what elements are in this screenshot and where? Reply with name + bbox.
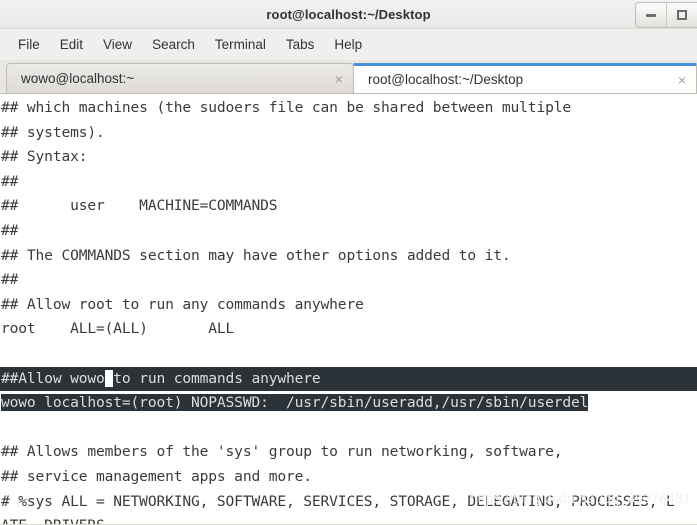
terminal-line: ## bbox=[1, 221, 19, 239]
text-cursor bbox=[104, 369, 114, 387]
terminal-text: ##Allow wowo bbox=[1, 369, 105, 387]
tab-label: wowo@localhost:~ bbox=[21, 71, 135, 86]
menubar: File Edit View Search Terminal Tabs Help bbox=[0, 29, 697, 61]
maximize-icon bbox=[677, 10, 687, 20]
terminal-window: root@localhost:~/Desktop File Edit View … bbox=[0, 0, 697, 525]
menu-item-view[interactable]: View bbox=[93, 33, 142, 56]
terminal-text: to run commands anywhere bbox=[113, 369, 321, 387]
terminal-line: ## Allow root to run any commands anywhe… bbox=[1, 295, 364, 313]
minimize-button[interactable] bbox=[636, 3, 667, 27]
terminal-line: ##Allow wowo to run commands anywhere bbox=[0, 366, 697, 392]
terminal-line: wowo localhost=(root) NOPASSWD: /usr/sbi… bbox=[0, 391, 697, 416]
menu-item-file[interactable]: File bbox=[8, 33, 50, 56]
close-icon[interactable]: × bbox=[670, 73, 686, 87]
window-title: root@localhost:~/Desktop bbox=[266, 6, 431, 22]
terminal-content[interactable]: ## which machines (the sudoers file can … bbox=[0, 94, 697, 525]
window-titlebar: root@localhost:~/Desktop bbox=[0, 0, 697, 29]
window-controls bbox=[635, 2, 697, 28]
tab-label: root@localhost:~/Desktop bbox=[368, 72, 524, 87]
close-icon[interactable]: × bbox=[327, 72, 343, 86]
terminal-line: ## systems). bbox=[1, 123, 105, 141]
menu-item-terminal[interactable]: Terminal bbox=[205, 33, 276, 56]
maximize-button[interactable] bbox=[667, 3, 697, 27]
terminal-line: ## bbox=[1, 271, 19, 289]
terminal-line: root ALL=(ALL) ALL bbox=[1, 320, 235, 338]
minimize-icon bbox=[646, 13, 656, 17]
menu-item-search[interactable]: Search bbox=[142, 33, 205, 56]
tab-wowo-localhost[interactable]: wowo@localhost:~ × bbox=[6, 63, 354, 93]
tab-root-localhost-desktop[interactable]: root@localhost:~/Desktop × bbox=[353, 63, 697, 93]
menu-item-edit[interactable]: Edit bbox=[50, 33, 93, 56]
terminal-line: ## service management apps and more. bbox=[1, 467, 312, 485]
terminal-line: ## bbox=[1, 172, 19, 190]
terminal-line: ## Syntax: bbox=[1, 148, 88, 166]
terminal-line: ## Allows members of the 'sys' group to … bbox=[1, 443, 563, 461]
terminal-selected-text: wowo localhost=(root) NOPASSWD: /usr/sbi… bbox=[1, 394, 589, 412]
terminal-line: ## The COMMANDS section may have other o… bbox=[1, 246, 511, 264]
menu-item-tabs[interactable]: Tabs bbox=[276, 33, 325, 56]
terminal-line: ## which machines (the sudoers file can … bbox=[1, 99, 571, 116]
menu-item-help[interactable]: Help bbox=[324, 33, 372, 56]
terminal-line: ## user MACHINE=COMMANDS bbox=[1, 197, 278, 215]
terminal-line: # %sys ALL = NETWORKING, SOFTWARE, SERVI… bbox=[1, 492, 675, 510]
tabbar: wowo@localhost:~ × root@localhost:~/Desk… bbox=[0, 61, 697, 94]
